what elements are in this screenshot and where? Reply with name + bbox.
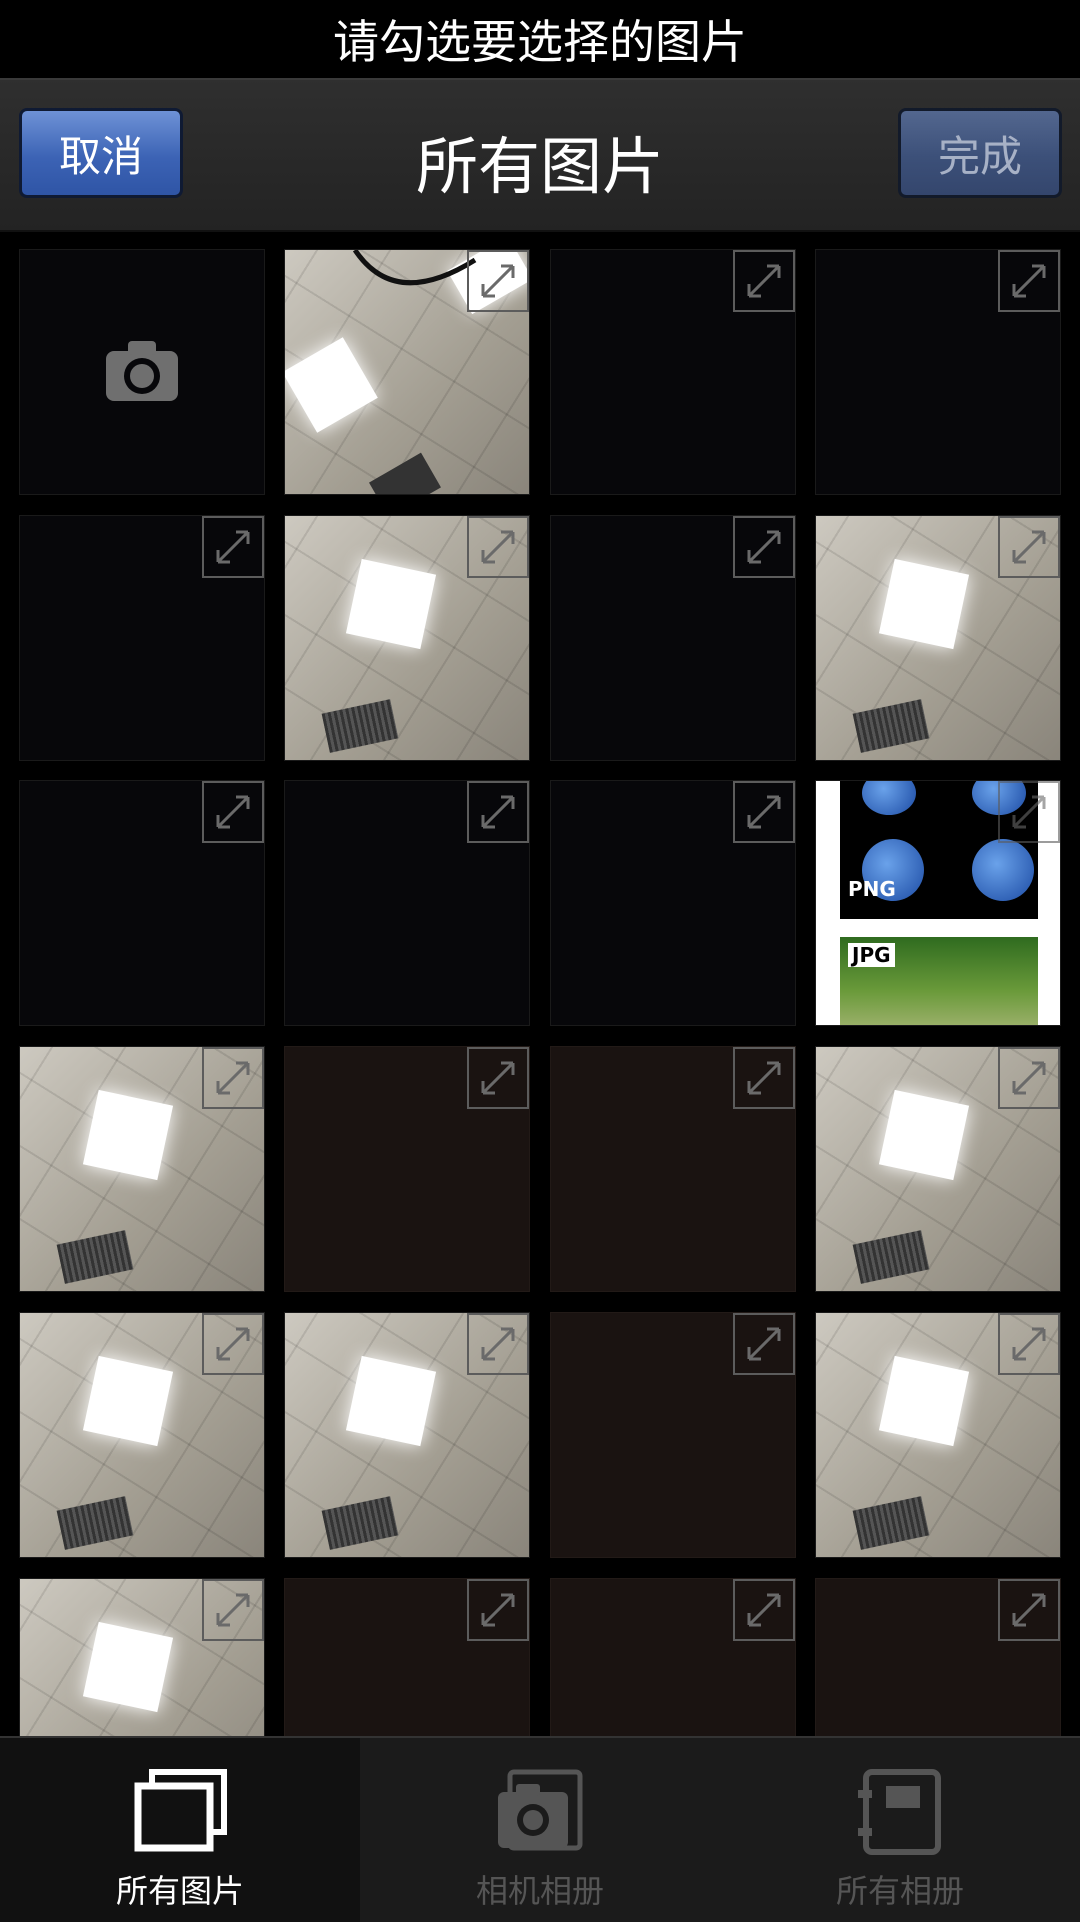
expand-icon[interactable] bbox=[202, 1313, 264, 1375]
expand-icon[interactable] bbox=[467, 1313, 529, 1375]
photo-thumbnail[interactable] bbox=[815, 1046, 1061, 1292]
photo-thumbnail[interactable] bbox=[19, 780, 265, 1026]
photo-thumbnail[interactable] bbox=[19, 1312, 265, 1558]
ceiling-light bbox=[82, 1355, 174, 1447]
ceiling-light bbox=[82, 1089, 174, 1181]
expand-icon[interactable] bbox=[467, 516, 529, 578]
ceiling-vent bbox=[369, 452, 441, 494]
bottom-tab-bar: 所有图片 相机相册 所有相册 bbox=[0, 1736, 1080, 1922]
tab-camera-album-label: 相机相册 bbox=[475, 1872, 604, 1910]
expand-icon[interactable] bbox=[998, 781, 1060, 843]
jpg-sample: JPG bbox=[840, 937, 1038, 1025]
ceiling-vent bbox=[321, 699, 399, 753]
photo-thumbnail[interactable] bbox=[284, 1312, 530, 1558]
ceiling-light bbox=[345, 1355, 437, 1447]
expand-icon[interactable] bbox=[467, 1579, 529, 1641]
photo-thumbnail[interactable] bbox=[815, 1312, 1061, 1558]
photo-thumbnail[interactable] bbox=[550, 1046, 796, 1292]
tab-all-photos-label: 所有图片 bbox=[115, 1872, 244, 1910]
photo-thumbnail[interactable] bbox=[550, 249, 796, 495]
expand-icon[interactable] bbox=[202, 781, 264, 843]
done-button-label: 完成 bbox=[937, 131, 1022, 181]
photo-thumbnail[interactable] bbox=[550, 780, 796, 1026]
photo-thumbnail[interactable]: PNG JPG bbox=[815, 780, 1061, 1026]
instruction-banner: 请勾选要选择的图片 bbox=[0, 0, 1080, 78]
expand-icon[interactable] bbox=[998, 516, 1060, 578]
ceiling-vent bbox=[852, 1496, 930, 1550]
expand-icon[interactable] bbox=[998, 250, 1060, 312]
expand-icon[interactable] bbox=[733, 1579, 795, 1641]
photo-thumbnail[interactable] bbox=[815, 515, 1061, 761]
expand-icon[interactable] bbox=[467, 1047, 529, 1109]
tab-all-albums[interactable]: 所有相册 bbox=[720, 1738, 1080, 1922]
expand-icon[interactable] bbox=[733, 516, 795, 578]
take-photo-tile[interactable] bbox=[19, 249, 265, 495]
ceiling-vent bbox=[321, 1496, 399, 1550]
photo-thumbnail[interactable] bbox=[19, 515, 265, 761]
tab-all-albums-label: 所有相册 bbox=[835, 1872, 964, 1910]
photo-thumbnail[interactable] bbox=[284, 780, 530, 1026]
ceiling-vent bbox=[56, 1230, 134, 1284]
expand-icon[interactable] bbox=[202, 1579, 264, 1641]
ceiling-light bbox=[82, 1621, 174, 1713]
ceiling-light bbox=[345, 558, 437, 650]
expand-icon[interactable] bbox=[998, 1313, 1060, 1375]
jpg-label: JPG bbox=[848, 943, 895, 967]
photo-thumbnail[interactable] bbox=[19, 1578, 265, 1736]
navigation-bar: 取消 所有图片 完成 bbox=[0, 78, 1080, 232]
all-photos-icon bbox=[134, 1769, 227, 1852]
photo-thumbnail[interactable] bbox=[284, 1578, 530, 1736]
expand-icon[interactable] bbox=[733, 1047, 795, 1109]
photo-thumbnail[interactable] bbox=[550, 1578, 796, 1736]
png-label: PNG bbox=[848, 877, 896, 901]
ceiling-vent bbox=[852, 699, 930, 753]
expand-icon[interactable] bbox=[467, 250, 529, 312]
done-button[interactable]: 完成 bbox=[898, 108, 1062, 198]
ceiling-light bbox=[878, 1089, 970, 1181]
photo-grid: PNG JPG bbox=[19, 249, 1061, 1736]
expand-icon[interactable] bbox=[202, 1047, 264, 1109]
expand-icon[interactable] bbox=[998, 1579, 1060, 1641]
photo-thumbnail[interactable] bbox=[550, 515, 796, 761]
photo-thumbnail[interactable] bbox=[550, 1312, 796, 1558]
ceiling-vent bbox=[56, 1496, 134, 1550]
expand-icon[interactable] bbox=[202, 516, 264, 578]
ceiling-light bbox=[878, 1355, 970, 1447]
camera-icon bbox=[104, 337, 180, 407]
expand-icon[interactable] bbox=[998, 1047, 1060, 1109]
photo-thumbnail[interactable] bbox=[284, 249, 530, 495]
photo-thumbnail[interactable] bbox=[284, 1046, 530, 1292]
expand-icon[interactable] bbox=[467, 781, 529, 843]
photo-thumbnail[interactable] bbox=[19, 1046, 265, 1292]
all-albums-icon bbox=[858, 1769, 941, 1855]
expand-icon[interactable] bbox=[733, 250, 795, 312]
photo-thumbnail[interactable] bbox=[815, 249, 1061, 495]
camera-album-icon bbox=[498, 1769, 583, 1851]
expand-icon[interactable] bbox=[733, 781, 795, 843]
ceiling-vent bbox=[852, 1230, 930, 1284]
photo-thumbnail[interactable] bbox=[284, 515, 530, 761]
ceiling-light bbox=[285, 337, 378, 433]
instruction-text: 请勾选要选择的图片 bbox=[333, 15, 747, 69]
expand-icon[interactable] bbox=[733, 1313, 795, 1375]
ceiling-light bbox=[878, 558, 970, 650]
photo-thumbnail[interactable] bbox=[815, 1578, 1061, 1736]
tab-all-photos[interactable]: 所有图片 bbox=[0, 1738, 360, 1922]
tab-camera-album[interactable]: 相机相册 bbox=[360, 1738, 720, 1922]
